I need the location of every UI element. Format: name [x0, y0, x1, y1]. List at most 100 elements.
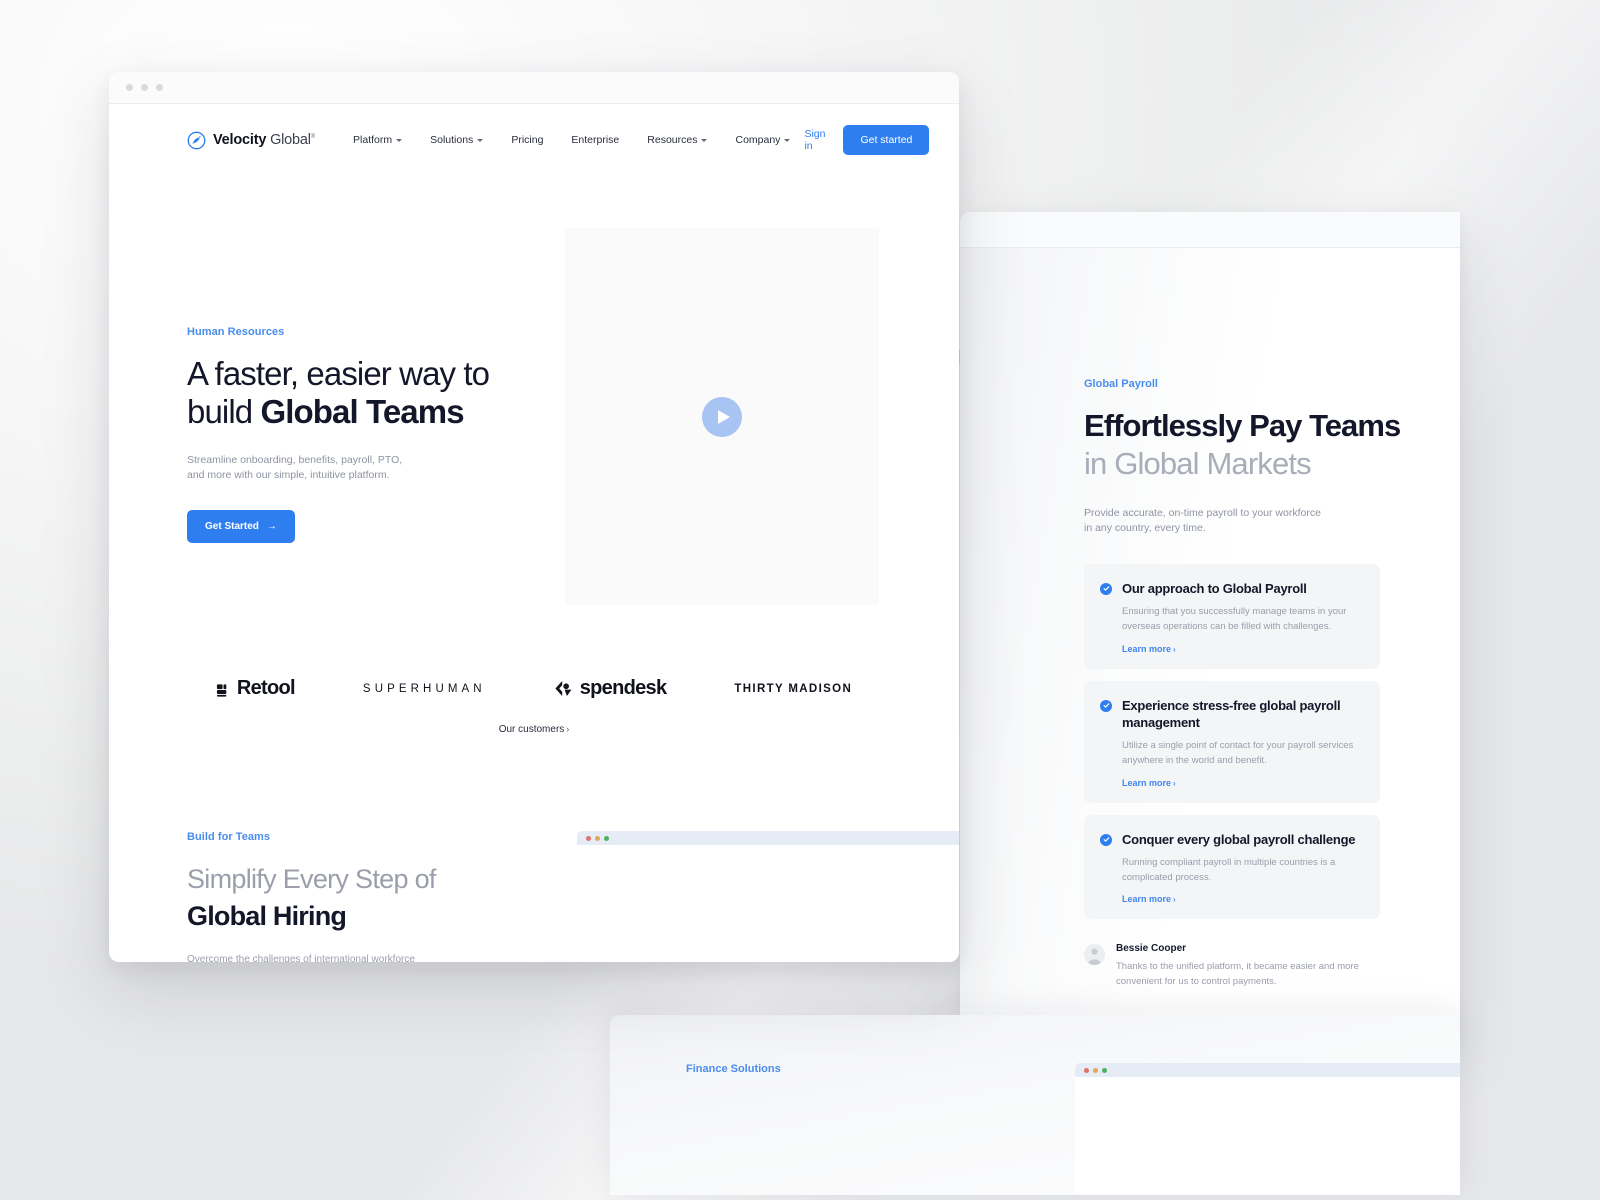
- hero-title-line1: A faster, easier way to: [187, 355, 490, 392]
- testimonial-name: Bessie Cooper: [1116, 943, 1187, 955]
- hero-subtitle: Streamline onboarding, benefits, payroll…: [187, 453, 527, 483]
- nav-item-label: Solutions: [430, 134, 474, 146]
- browser-titlebar: [1075, 1063, 1460, 1077]
- spendesk-mark-icon: [554, 680, 573, 697]
- build-for-teams-title-bold: Global Hiring: [187, 900, 347, 931]
- browser-viewport: [577, 845, 959, 962]
- traffic-light-minimize-icon: [1093, 1067, 1098, 1073]
- payroll-card[interactable]: Conquer every global payroll challenge R…: [1084, 814, 1380, 920]
- build-for-teams-eyebrow: Build for Teams: [187, 831, 271, 843]
- our-customers-link[interactable]: Our customers ›: [109, 724, 959, 735]
- learn-more-link[interactable]: Learn more ›: [1122, 894, 1361, 904]
- logo-retool: Retool: [216, 677, 296, 700]
- logo-retool-text: Retool: [236, 677, 296, 699]
- check-circle-icon: [1100, 699, 1112, 712]
- nav-item-solutions[interactable]: Solutions: [416, 128, 497, 152]
- nav-item-enterprise[interactable]: Enterprise: [557, 128, 633, 152]
- site-navbar: Velocity Global® Platform Solutions Pric…: [109, 104, 959, 176]
- chevron-down-icon: [701, 139, 708, 142]
- arrow-right-icon: →: [266, 520, 277, 532]
- logo-thirty-madison: THIRTY MADISON: [734, 683, 852, 695]
- window-close-icon[interactable]: [126, 84, 133, 91]
- nav-item-label: Enterprise: [571, 134, 620, 146]
- window-chrome-front: [109, 72, 959, 104]
- nav-item-platform[interactable]: Platform: [339, 128, 416, 152]
- brand-trademark: ®: [310, 134, 316, 141]
- customer-logo-row: Retool SUPERHUMAN spendesk THIRTY MADISO…: [109, 677, 959, 700]
- chevron-down-icon: [784, 139, 791, 142]
- avatar: [1084, 944, 1105, 966]
- brand-logo[interactable]: Velocity Global®: [187, 131, 315, 150]
- build-for-teams-section: Build for Teams Simplify Every Step of G…: [109, 831, 959, 962]
- logo-superhuman: SUPERHUMAN: [363, 683, 486, 695]
- learn-more-label: Learn more: [1122, 643, 1172, 654]
- play-button[interactable]: [702, 396, 742, 437]
- hero-get-started-button[interactable]: Get Started →: [187, 509, 295, 543]
- learn-more-link[interactable]: Learn more ›: [1122, 778, 1361, 788]
- play-triangle-icon: [718, 409, 730, 424]
- right-panel-title-bold: Effortlessly Pay Teams: [1084, 408, 1401, 443]
- right-panel-subtitle-line2: in any country, every time.: [1084, 522, 1206, 535]
- nav-item-label: Company: [735, 134, 781, 146]
- payroll-card-body: Running compliant payroll in multiple co…: [1122, 856, 1336, 883]
- our-customers-label: Our customers: [498, 724, 565, 735]
- velocity-global-logo-icon: [187, 131, 206, 150]
- get-started-nav-button[interactable]: Get started: [843, 125, 930, 155]
- chevron-down-icon: [396, 139, 403, 142]
- payroll-accordion-list: Our approach to Global Payroll Ensuring …: [1084, 563, 1380, 920]
- payroll-card-body: Ensuring that you successfully manage te…: [1122, 606, 1347, 632]
- traffic-light-maximize-icon: [604, 835, 609, 841]
- logo-thirty-madison-text: THIRTY MADISON: [734, 682, 853, 695]
- testimonial-content: Bessie Cooper Thanks to the unified plat…: [1116, 943, 1380, 989]
- traffic-light-maximize-icon: [1102, 1067, 1107, 1073]
- hero-cta-label: Get Started: [205, 520, 259, 532]
- hero-title: A faster, easier way to build Global Tea…: [187, 355, 527, 432]
- payroll-card-header: Our approach to Global Payroll: [1100, 580, 1361, 597]
- nav-item-company[interactable]: Company: [721, 128, 804, 152]
- hero-video-player[interactable]: [565, 228, 879, 605]
- right-panel-subtitle: Provide accurate, on-time payroll to you…: [1084, 506, 1460, 537]
- nav-item-label: Resources: [647, 134, 698, 146]
- payroll-card-title: Conquer every global payroll challenge: [1122, 831, 1356, 847]
- main-browser-window: Velocity Global® Platform Solutions Pric…: [109, 72, 959, 962]
- traffic-light-minimize-icon: [595, 835, 600, 841]
- check-circle-icon: [1100, 833, 1112, 846]
- logo-spendesk: spendesk: [554, 677, 667, 700]
- right-panel-title-muted: in Global Markets: [1084, 446, 1312, 482]
- build-for-teams-subtitle: Overcome the challenges of international…: [187, 954, 415, 962]
- global-payroll-page: Global Payroll Effortlessly Pay Teams in…: [960, 248, 1460, 1042]
- hero-eyebrow: Human Resources: [187, 326, 285, 338]
- window-maximize-icon[interactable]: [156, 84, 163, 91]
- learn-more-label: Learn more: [1122, 777, 1172, 788]
- right-panel-title: Effortlessly Pay Teams in Global Markets: [1084, 407, 1460, 484]
- hero-copy: Human Resources A faster, easier way to …: [187, 228, 527, 605]
- testimonial-text: Thanks to the unified platform, it becam…: [1116, 961, 1359, 988]
- nav-item-resources[interactable]: Resources: [633, 128, 721, 152]
- chevron-right-icon: ›: [1173, 644, 1176, 654]
- sign-in-link[interactable]: Sign in: [804, 128, 825, 152]
- window-minimize-icon[interactable]: [141, 84, 148, 91]
- learn-more-label: Learn more: [1122, 894, 1172, 905]
- payroll-card-body: Utilize a single point of contact for yo…: [1122, 740, 1354, 766]
- global-payroll-window: Global Payroll Effortlessly Pay Teams in…: [960, 212, 1460, 1042]
- hero-title-line2-plain: build: [187, 393, 261, 431]
- chevron-right-icon: ›: [1173, 895, 1176, 905]
- chevron-down-icon: [477, 139, 484, 142]
- payroll-card[interactable]: Our approach to Global Payroll Ensuring …: [1084, 563, 1380, 669]
- brand-name-light: Global: [270, 132, 311, 148]
- brand-name-bold: Velocity: [213, 132, 267, 148]
- logo-superhuman-text: SUPERHUMAN: [362, 682, 486, 695]
- nav-item-label: Platform: [353, 134, 393, 146]
- payroll-card-header: Experience stress-free global payroll ma…: [1100, 697, 1361, 731]
- learn-more-link[interactable]: Learn more ›: [1122, 644, 1361, 654]
- browser-viewport: [1075, 1077, 1460, 1195]
- logo-spendesk-text: spendesk: [579, 677, 667, 699]
- hero-subtitle-line1: Streamline onboarding, benefits, payroll…: [187, 453, 403, 466]
- traffic-light-close-icon: [1084, 1067, 1089, 1073]
- payroll-card[interactable]: Experience stress-free global payroll ma…: [1084, 680, 1380, 803]
- finance-solutions-window: Finance Solutions: [610, 1015, 1460, 1195]
- browser-titlebar: [577, 831, 959, 845]
- payroll-card-header: Conquer every global payroll challenge: [1100, 831, 1361, 848]
- build-for-teams-title-muted: Simplify Every Step of: [187, 864, 436, 894]
- nav-item-pricing[interactable]: Pricing: [497, 128, 557, 152]
